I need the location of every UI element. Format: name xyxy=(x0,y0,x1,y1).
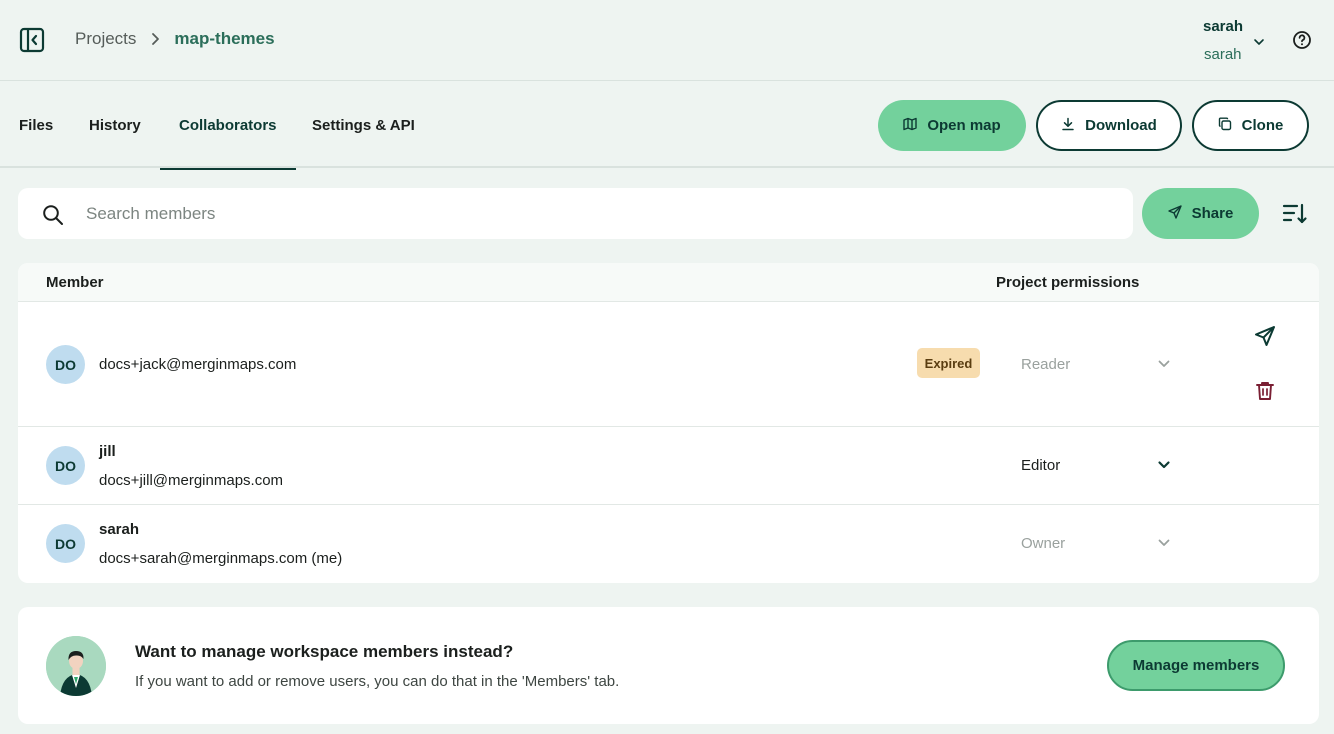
permission-value: Owner xyxy=(1021,534,1066,552)
permission-select: Reader xyxy=(1021,349,1181,379)
permission-select[interactable]: Editor xyxy=(1021,450,1181,480)
status-badge: Expired xyxy=(917,348,980,378)
avatar: DO xyxy=(46,446,85,485)
sidebar-toggle-icon[interactable] xyxy=(19,27,45,53)
permission-value: Reader xyxy=(1021,355,1071,373)
send-icon xyxy=(1253,324,1277,353)
search-box xyxy=(18,188,1133,239)
manage-members-description: If you want to add or remove users, you … xyxy=(135,673,620,690)
resend-invite-button[interactable] xyxy=(1252,325,1278,351)
open-map-label: Open map xyxy=(927,117,1001,134)
chevron-down-icon xyxy=(1157,536,1171,554)
open-map-button[interactable]: Open map xyxy=(878,100,1026,151)
member-email: docs+jill@merginmaps.com xyxy=(99,472,284,489)
share-label: Share xyxy=(1191,205,1234,222)
sort-icon[interactable] xyxy=(1282,201,1308,227)
manage-members-button[interactable]: Manage members xyxy=(1107,640,1285,691)
breadcrumb-projects-link[interactable]: Projects xyxy=(75,29,136,49)
download-button[interactable]: Download xyxy=(1036,100,1182,151)
chevron-right-icon xyxy=(150,32,160,46)
clone-button[interactable]: Clone xyxy=(1192,100,1309,151)
table-row: DO sarah docs+sarah@merginmaps.com (me) … xyxy=(18,505,1319,583)
user-menu[interactable]: sarah sarah xyxy=(1196,16,1266,66)
table-header: Member Project permissions xyxy=(18,263,1319,302)
tab-files[interactable]: Files xyxy=(19,82,53,168)
user-workspace: sarah xyxy=(1204,46,1242,63)
member-name: jill xyxy=(99,443,116,460)
member-email: docs+sarah@merginmaps.com (me) xyxy=(99,550,343,567)
chevron-down-icon xyxy=(1253,34,1265,52)
chevron-down-icon xyxy=(1157,458,1171,476)
download-label: Download xyxy=(1085,117,1157,134)
tab-settings-api[interactable]: Settings & API xyxy=(312,82,415,168)
tab-collaborators[interactable]: Collaborators xyxy=(160,82,295,170)
search-members-input[interactable] xyxy=(86,188,1116,239)
map-icon xyxy=(903,117,918,135)
avatar: DO xyxy=(46,345,85,384)
chevron-down-icon xyxy=(1157,357,1171,375)
send-icon xyxy=(1167,204,1182,223)
table-row: DO jill docs+jill@merginmaps.com Editor xyxy=(18,427,1319,505)
copy-icon xyxy=(1218,117,1232,135)
column-header-member: Member xyxy=(46,274,104,291)
clone-label: Clone xyxy=(1241,117,1284,134)
manage-members-card: Want to manage workspace members instead… xyxy=(18,607,1319,724)
table-row: DO docs+jack@merginmaps.com Expired Read… xyxy=(18,302,1319,427)
member-name: sarah xyxy=(99,521,140,538)
column-header-permissions: Project permissions xyxy=(996,274,1140,291)
tab-history[interactable]: History xyxy=(89,82,141,168)
members-table: Member Project permissions DO docs+jack@… xyxy=(18,263,1319,583)
permission-select: Owner xyxy=(1021,528,1181,558)
breadcrumb-current-project[interactable]: map-themes xyxy=(174,29,274,49)
person-illustration-icon xyxy=(46,636,106,696)
help-icon[interactable] xyxy=(1292,30,1312,50)
user-name: sarah xyxy=(1203,18,1244,35)
tab-bar: Files History Collaborators Settings & A… xyxy=(0,82,1334,170)
search-icon xyxy=(42,204,64,231)
remove-member-button[interactable] xyxy=(1252,380,1278,406)
member-email: docs+jack@merginmaps.com xyxy=(99,356,297,373)
permission-value: Editor xyxy=(1021,456,1061,474)
share-button[interactable]: Share xyxy=(1142,188,1259,239)
top-bar: Projects map-themes sarah sarah xyxy=(0,0,1334,81)
download-icon xyxy=(1061,117,1075,135)
trash-icon xyxy=(1254,380,1276,407)
avatar: DO xyxy=(46,524,85,563)
breadcrumb: Projects map-themes xyxy=(75,29,275,49)
manage-members-title: Want to manage workspace members instead… xyxy=(135,642,514,661)
